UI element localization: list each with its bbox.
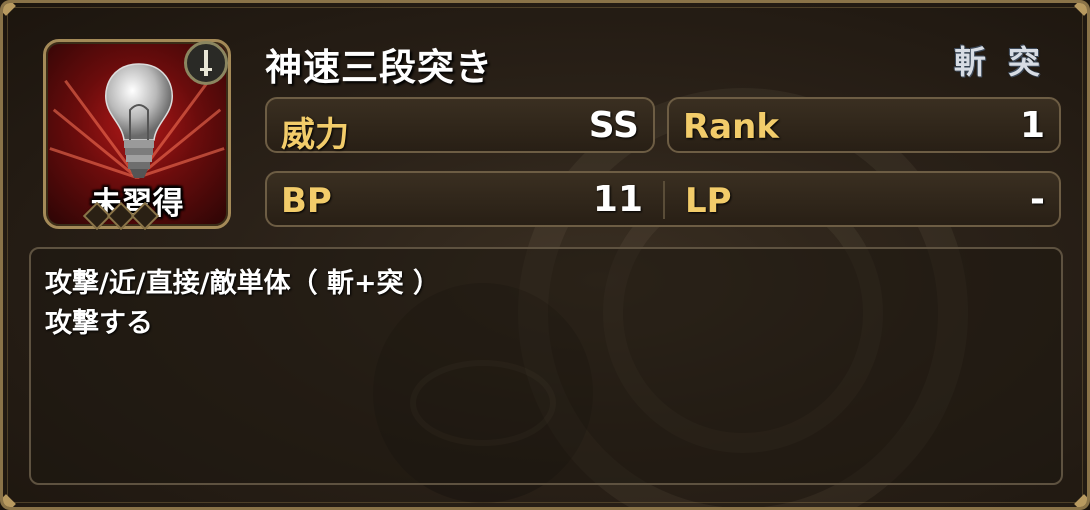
description-line-1: 攻撃/近/直接/敵単体（ 斬+突 ） bbox=[45, 268, 441, 299]
frame-corner-ornament bbox=[1074, 3, 1087, 16]
power-stat-box: 威力 SS bbox=[265, 97, 655, 155]
frame-corner-ornament bbox=[3, 494, 16, 507]
skill-name: 神速三段突き bbox=[265, 46, 493, 89]
sub-slot-diamond bbox=[130, 201, 160, 231]
lp-value: - bbox=[1030, 179, 1045, 220]
skill-detail-panel: 未習得 神速三段突き 斬 突 威力 SS Rank 1 BP 11 LP - 攻… bbox=[0, 0, 1090, 510]
attribute-badges: 斬 突 bbox=[945, 37, 1049, 83]
stat-divider bbox=[663, 181, 665, 219]
frame-corner-ornament bbox=[3, 3, 16, 16]
skill-description-box: 攻撃/近/直接/敵単体（ 斬+突 ） 攻撃する bbox=[29, 247, 1063, 485]
lp-label: LP bbox=[685, 181, 732, 221]
sub-slot-indicators bbox=[82, 201, 160, 231]
rank-label: Rank bbox=[683, 107, 779, 147]
description-line-2: 攻撃する bbox=[45, 308, 153, 339]
bp-value: 11 bbox=[592, 179, 643, 220]
sword-icon bbox=[184, 41, 228, 85]
power-label: 威力 bbox=[281, 115, 349, 155]
rank-stat-box: Rank 1 bbox=[667, 97, 1061, 153]
power-value: SS bbox=[588, 105, 639, 146]
bp-label: BP bbox=[281, 181, 332, 221]
rank-value: 1 bbox=[1019, 105, 1045, 146]
thrust-attribute-icon: 突 bbox=[1007, 43, 1040, 81]
slash-attribute-icon: 斬 bbox=[953, 43, 986, 81]
